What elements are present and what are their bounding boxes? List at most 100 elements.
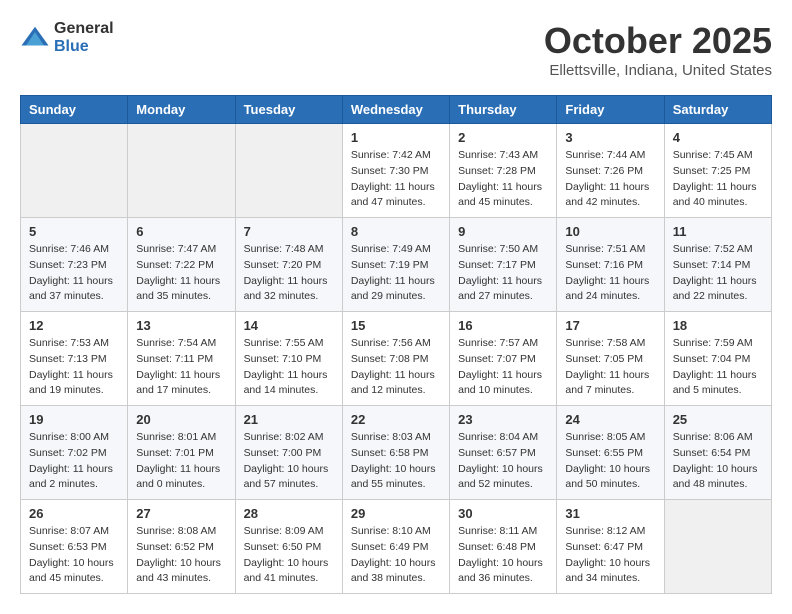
- day-number: 14: [244, 318, 334, 333]
- calendar-cell: 29 Sunrise: 8:10 AM Sunset: 6:49 PM Dayli…: [342, 500, 449, 594]
- day-number: 26: [29, 506, 119, 521]
- calendar-cell: [21, 124, 128, 218]
- day-number: 23: [458, 412, 548, 427]
- weekday-header-monday: Monday: [128, 96, 235, 124]
- calendar-table: SundayMondayTuesdayWednesdayThursdayFrid…: [20, 95, 772, 594]
- logo: General Blue: [20, 20, 114, 55]
- calendar-cell: 1 Sunrise: 7:42 AM Sunset: 7:30 PM Daylig…: [342, 124, 449, 218]
- day-info: Sunrise: 7:48 AM Sunset: 7:20 PM Dayligh…: [244, 242, 334, 305]
- day-info: Sunrise: 7:52 AM Sunset: 7:14 PM Dayligh…: [673, 242, 763, 305]
- day-number: 25: [673, 412, 763, 427]
- day-info: Sunrise: 8:00 AM Sunset: 7:02 PM Dayligh…: [29, 430, 119, 493]
- page-header: General Blue October 2025 Ellettsville, …: [20, 20, 772, 79]
- day-info: Sunrise: 8:09 AM Sunset: 6:50 PM Dayligh…: [244, 524, 334, 587]
- calendar-cell: 18Sunrise: 7:59 AM Sunset: 7:04 PM Dayli…: [664, 312, 771, 406]
- calendar-cell: 31 Sunrise: 8:12 AM Sunset: 6:47 PM Dayli…: [557, 500, 664, 594]
- calendar-week-2: 5 Sunrise: 7:46 AM Sunset: 7:23 PM Daylig…: [21, 218, 772, 312]
- day-info: Sunrise: 8:05 AM Sunset: 6:55 PM Dayligh…: [565, 430, 655, 493]
- day-number: 4: [673, 130, 763, 145]
- calendar-cell: 22Sunrise: 8:03 AM Sunset: 6:58 PM Dayli…: [342, 406, 449, 500]
- day-number: 20: [136, 412, 226, 427]
- day-number: 1: [351, 130, 441, 145]
- calendar-cell: 11 Sunrise: 7:52 AM Sunset: 7:14 PM Dayli…: [664, 218, 771, 312]
- weekday-header-wednesday: Wednesday: [342, 96, 449, 124]
- calendar-cell: [664, 500, 771, 594]
- day-number: 9: [458, 224, 548, 239]
- day-info: Sunrise: 8:06 AM Sunset: 6:54 PM Dayligh…: [673, 430, 763, 493]
- weekday-header-row: SundayMondayTuesdayWednesdayThursdayFrid…: [21, 96, 772, 124]
- logo-blue-text: Blue: [54, 38, 114, 56]
- day-info: Sunrise: 7:44 AM Sunset: 7:26 PM Dayligh…: [565, 148, 655, 211]
- day-number: 28: [244, 506, 334, 521]
- day-info: Sunrise: 7:45 AM Sunset: 7:25 PM Dayligh…: [673, 148, 763, 211]
- day-info: Sunrise: 7:56 AM Sunset: 7:08 PM Dayligh…: [351, 336, 441, 399]
- logo-general-text: General: [54, 20, 114, 38]
- calendar-cell: 16Sunrise: 7:57 AM Sunset: 7:07 PM Dayli…: [450, 312, 557, 406]
- calendar-cell: 9 Sunrise: 7:50 AM Sunset: 7:17 PM Daylig…: [450, 218, 557, 312]
- calendar-cell: 25 Sunrise: 8:06 AM Sunset: 6:54 PM Dayli…: [664, 406, 771, 500]
- day-info: Sunrise: 8:04 AM Sunset: 6:57 PM Dayligh…: [458, 430, 548, 493]
- day-number: 13: [136, 318, 226, 333]
- calendar-week-4: 19 Sunrise: 8:00 AM Sunset: 7:02 PM Dayli…: [21, 406, 772, 500]
- calendar-cell: 6Sunrise: 7:47 AM Sunset: 7:22 PM Daylig…: [128, 218, 235, 312]
- calendar-cell: 28 Sunrise: 8:09 AM Sunset: 6:50 PM Dayli…: [235, 500, 342, 594]
- day-number: 30: [458, 506, 548, 521]
- day-number: 21: [244, 412, 334, 427]
- calendar-cell: 7 Sunrise: 7:48 AM Sunset: 7:20 PM Daylig…: [235, 218, 342, 312]
- calendar-cell: 12 Sunrise: 7:53 AM Sunset: 7:13 PM Dayli…: [21, 312, 128, 406]
- calendar-cell: 8 Sunrise: 7:49 AM Sunset: 7:19 PM Daylig…: [342, 218, 449, 312]
- day-number: 10: [565, 224, 655, 239]
- day-info: Sunrise: 8:12 AM Sunset: 6:47 PM Dayligh…: [565, 524, 655, 587]
- calendar-week-5: 26 Sunrise: 8:07 AM Sunset: 6:53 PM Dayli…: [21, 500, 772, 594]
- day-number: 29: [351, 506, 441, 521]
- calendar-cell: 30 Sunrise: 8:11 AM Sunset: 6:48 PM Dayli…: [450, 500, 557, 594]
- day-number: 11: [673, 224, 763, 239]
- day-info: Sunrise: 7:43 AM Sunset: 7:28 PM Dayligh…: [458, 148, 548, 211]
- calendar-cell: 26 Sunrise: 8:07 AM Sunset: 6:53 PM Dayli…: [21, 500, 128, 594]
- calendar-cell: 15 Sunrise: 7:56 AM Sunset: 7:08 PM Dayli…: [342, 312, 449, 406]
- weekday-header-thursday: Thursday: [450, 96, 557, 124]
- day-number: 17: [565, 318, 655, 333]
- calendar-cell: 23 Sunrise: 8:04 AM Sunset: 6:57 PM Dayli…: [450, 406, 557, 500]
- day-number: 22: [351, 412, 441, 427]
- day-number: 8: [351, 224, 441, 239]
- day-info: Sunrise: 8:11 AM Sunset: 6:48 PM Dayligh…: [458, 524, 548, 587]
- weekday-header-tuesday: Tuesday: [235, 96, 342, 124]
- calendar-cell: 20Sunrise: 8:01 AM Sunset: 7:01 PM Dayli…: [128, 406, 235, 500]
- calendar-cell: 21Sunrise: 8:02 AM Sunset: 7:00 PM Dayli…: [235, 406, 342, 500]
- day-info: Sunrise: 7:55 AM Sunset: 7:10 PM Dayligh…: [244, 336, 334, 399]
- day-info: Sunrise: 8:10 AM Sunset: 6:49 PM Dayligh…: [351, 524, 441, 587]
- day-info: Sunrise: 7:42 AM Sunset: 7:30 PM Dayligh…: [351, 148, 441, 211]
- day-number: 16: [458, 318, 548, 333]
- logo-text: General Blue: [54, 20, 114, 55]
- day-info: Sunrise: 7:46 AM Sunset: 7:23 PM Dayligh…: [29, 242, 119, 305]
- day-number: 19: [29, 412, 119, 427]
- calendar-cell: 24Sunrise: 8:05 AM Sunset: 6:55 PM Dayli…: [557, 406, 664, 500]
- calendar-cell: 14 Sunrise: 7:55 AM Sunset: 7:10 PM Dayli…: [235, 312, 342, 406]
- calendar-cell: 4 Sunrise: 7:45 AM Sunset: 7:25 PM Daylig…: [664, 124, 771, 218]
- logo-icon: [20, 23, 50, 53]
- day-number: 2: [458, 130, 548, 145]
- day-number: 5: [29, 224, 119, 239]
- weekday-header-saturday: Saturday: [664, 96, 771, 124]
- weekday-header-sunday: Sunday: [21, 96, 128, 124]
- day-info: Sunrise: 7:53 AM Sunset: 7:13 PM Dayligh…: [29, 336, 119, 399]
- calendar-cell: 10 Sunrise: 7:51 AM Sunset: 7:16 PM Dayli…: [557, 218, 664, 312]
- location: Ellettsville, Indiana, United States: [544, 62, 772, 79]
- day-info: Sunrise: 7:59 AM Sunset: 7:04 PM Dayligh…: [673, 336, 763, 399]
- day-info: Sunrise: 8:07 AM Sunset: 6:53 PM Dayligh…: [29, 524, 119, 587]
- day-info: Sunrise: 7:50 AM Sunset: 7:17 PM Dayligh…: [458, 242, 548, 305]
- day-info: Sunrise: 7:58 AM Sunset: 7:05 PM Dayligh…: [565, 336, 655, 399]
- day-info: Sunrise: 7:49 AM Sunset: 7:19 PM Dayligh…: [351, 242, 441, 305]
- day-number: 7: [244, 224, 334, 239]
- day-info: Sunrise: 8:08 AM Sunset: 6:52 PM Dayligh…: [136, 524, 226, 587]
- month-title: October 2025: [544, 20, 772, 62]
- day-number: 12: [29, 318, 119, 333]
- day-info: Sunrise: 7:47 AM Sunset: 7:22 PM Dayligh…: [136, 242, 226, 305]
- day-number: 3: [565, 130, 655, 145]
- day-number: 15: [351, 318, 441, 333]
- day-info: Sunrise: 7:51 AM Sunset: 7:16 PM Dayligh…: [565, 242, 655, 305]
- calendar-week-3: 12 Sunrise: 7:53 AM Sunset: 7:13 PM Dayli…: [21, 312, 772, 406]
- day-number: 31: [565, 506, 655, 521]
- day-number: 27: [136, 506, 226, 521]
